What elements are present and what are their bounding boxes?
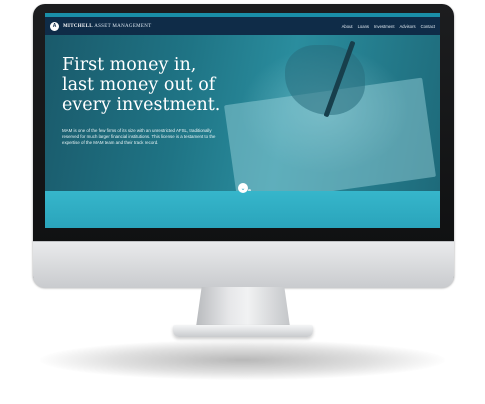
nav-link-contact[interactable]: Contact [421,24,435,29]
hero-title-line: every investment. [62,95,221,115]
nav-link-loans[interactable]: Loans [358,24,369,29]
hero-body-text: MAM is one of the few firms of its size … [62,128,216,145]
nav-link-about[interactable]: About [342,24,353,29]
site-navbar: A MITCHELL ASSET MANAGEMENT About Loans … [45,17,440,35]
hero-title-line: last money out of [62,75,216,95]
website-screen: A MITCHELL ASSET MANAGEMENT About Loans … [45,13,440,228]
hero-section: First money in, last money out of every … [45,35,440,205]
brand-name[interactable]: MITCHELL ASSET MANAGEMENT [63,24,152,29]
floor-shadow [40,340,445,380]
imac-mockup: A MITCHELL ASSET MANAGEMENT About Loans … [0,0,485,404]
monitor-chin [33,241,454,288]
hero-title: First money in, last money out of every … [62,55,252,115]
monitor-stand-neck [196,287,290,327]
nav-links: About Loans Investment Advisors Contact [342,24,435,29]
nav-link-investment[interactable]: Investment [374,24,394,29]
hero-title-line: First money in, [62,55,197,75]
brand-rest: ASSET MANAGEMENT [94,23,152,29]
chevron-down-icon: ⌄ [240,185,246,192]
scroll-down-button[interactable]: ⌄ [238,183,248,193]
monitor-stand-base [173,325,313,337]
nav-link-advisors[interactable]: Advisors [400,24,416,29]
brand-strong: MITCHELL [63,23,93,29]
teal-band [45,191,440,228]
logo-icon[interactable]: A [50,21,59,31]
